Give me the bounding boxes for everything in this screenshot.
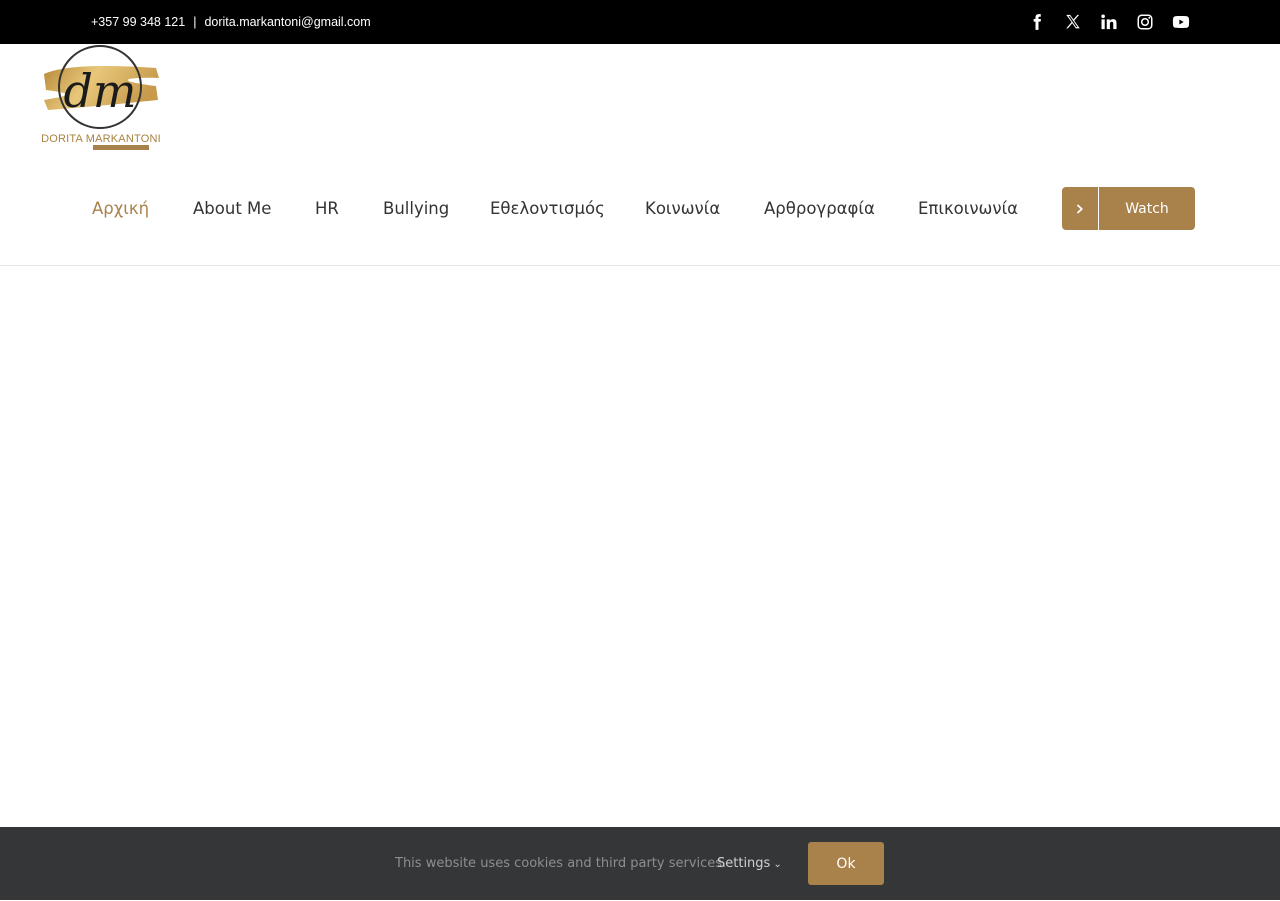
linkedin-icon[interactable] bbox=[1100, 13, 1118, 31]
youtube-icon[interactable] bbox=[1172, 13, 1190, 31]
cookie-settings-label: Settings bbox=[717, 856, 771, 871]
instagram-icon[interactable] bbox=[1136, 13, 1154, 31]
x-twitter-icon[interactable] bbox=[1064, 13, 1082, 31]
watch-button[interactable]: Watch bbox=[1062, 187, 1195, 230]
watch-button-label: Watch bbox=[1125, 200, 1169, 217]
top-bar: +357 99 348 121 | dorita.markantoni@gmai… bbox=[0, 0, 1280, 44]
nav-item-society[interactable]: Κοινωνία bbox=[645, 187, 720, 230]
header-divider bbox=[0, 265, 1280, 266]
social-links bbox=[1028, 0, 1190, 44]
chevron-down-icon: ⌄ bbox=[773, 859, 782, 870]
logo-name: DORITA MARKANTONI bbox=[41, 133, 161, 145]
facebook-icon[interactable] bbox=[1028, 13, 1046, 31]
phone-number[interactable]: +357 99 348 121 bbox=[91, 15, 185, 29]
nav-item-home[interactable]: Αρχική bbox=[92, 187, 149, 230]
cookie-message: This website uses cookies and third part… bbox=[395, 856, 727, 871]
nav-item-bullying[interactable]: Bullying bbox=[383, 187, 449, 230]
cookie-ok-button[interactable]: Ok bbox=[808, 842, 884, 885]
nav-item-contact[interactable]: Επικοινωνία bbox=[918, 187, 1018, 230]
svg-text:dm: dm bbox=[63, 64, 136, 118]
nav-item-about-me[interactable]: About Me bbox=[193, 187, 271, 230]
nav-item-articles[interactable]: Αρθρογραφία bbox=[764, 187, 875, 230]
nav-item-hr[interactable]: HR bbox=[315, 187, 339, 230]
email-link[interactable]: dorita.markantoni@gmail.com bbox=[204, 15, 370, 29]
chevron-right-icon bbox=[1062, 187, 1099, 230]
nav-item-volunteering[interactable]: Εθελοντισμός bbox=[490, 187, 605, 230]
contact-info: +357 99 348 121 | dorita.markantoni@gmai… bbox=[91, 0, 371, 44]
site-logo[interactable]: dm DORITA MARKANTONI bbox=[38, 44, 164, 154]
cookie-settings-link[interactable]: Settings ⌄ bbox=[717, 827, 782, 900]
cookie-bar: This website uses cookies and third part… bbox=[0, 827, 1280, 900]
contact-separator: | bbox=[193, 15, 197, 29]
